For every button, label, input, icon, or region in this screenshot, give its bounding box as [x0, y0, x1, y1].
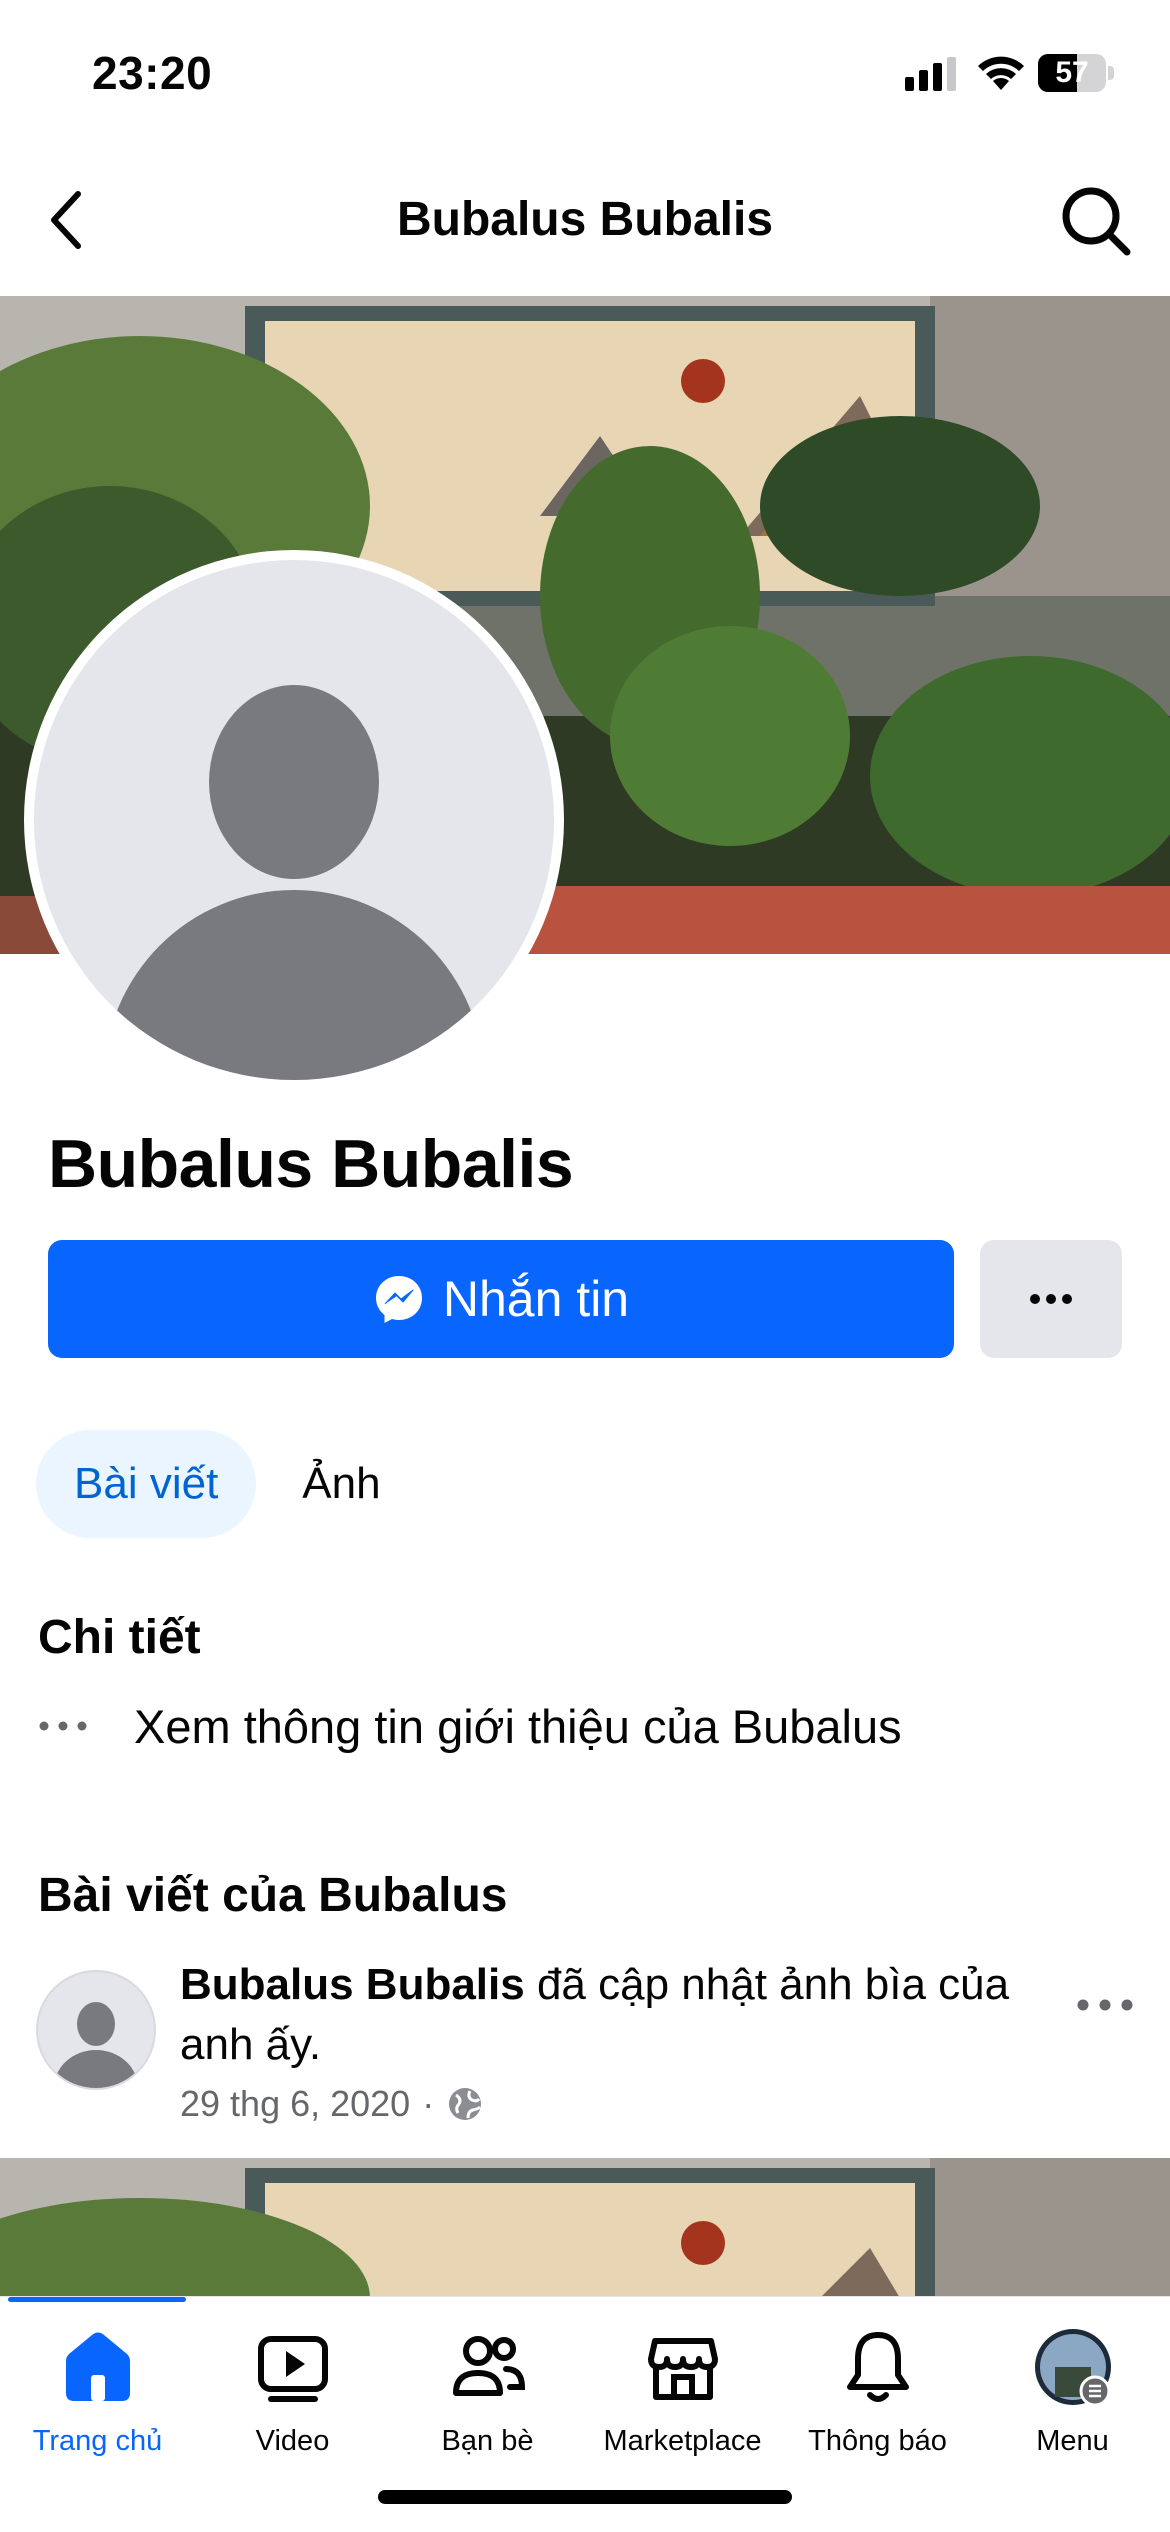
status-time: 23:20 — [92, 47, 213, 99]
status-bar: 23:20 57 — [0, 0, 1170, 150]
more-options-button[interactable] — [980, 1240, 1122, 1358]
nav-home-label: Trang chủ — [32, 2425, 163, 2457]
see-intro-link[interactable]: Xem thông tin giới thiệu của Bubalus — [38, 1690, 902, 1762]
nav-video-label: Video — [255, 2425, 330, 2457]
search-button[interactable] — [1055, 180, 1135, 260]
battery-percent: 57 — [1055, 56, 1089, 89]
friends-icon — [452, 2336, 525, 2396]
profile-tabs: Bài viết Ảnh — [36, 1430, 399, 1538]
nav-marketplace-label: Marketplace — [603, 2425, 762, 2457]
nav-menu-label: Menu — [1036, 2425, 1109, 2457]
post-cover-image — [0, 2158, 1170, 2298]
profile-name: Bubalus Bubalis — [48, 1126, 574, 1202]
tab-posts[interactable]: Bài viết — [36, 1430, 257, 1538]
post-author-avatar[interactable] — [36, 1970, 156, 2090]
post-meta: 29 thg 6, 2020 · — [180, 2083, 484, 2125]
post-author-name[interactable]: Bubalus Bubalis — [180, 1960, 525, 2009]
nav-notifications[interactable]: Thông báo — [780, 2297, 975, 2467]
posts-section-title: Bài viết của Bubalus — [38, 1869, 508, 1922]
marketplace-icon — [647, 2338, 718, 2400]
home-icon — [65, 2332, 130, 2401]
default-avatar-silhouette — [34, 560, 554, 1080]
nav-menu[interactable]: Menu — [975, 2297, 1170, 2467]
profile-avatar[interactable] — [24, 550, 564, 1090]
home-indicator — [378, 2490, 792, 2504]
post-more-button[interactable] — [1075, 1993, 1135, 2017]
nav-friends[interactable]: Bạn bè — [390, 2297, 585, 2467]
post-date[interactable]: 29 thg 6, 2020 — [180, 2083, 410, 2125]
meta-separator: · — [422, 2083, 435, 2124]
see-intro-text: Xem thông tin giới thiệu của Bubalus — [134, 1699, 902, 1753]
message-button[interactable]: Nhắn tin — [48, 1240, 954, 1358]
wifi-icon — [978, 56, 1024, 90]
nav-notifications-label: Thông báo — [808, 2425, 947, 2457]
details-title: Chi tiết — [38, 1611, 201, 1664]
messenger-icon — [375, 1276, 422, 1323]
profile-menu-icon — [1034, 2329, 1111, 2407]
nav-home[interactable]: Trang chủ — [0, 2297, 195, 2467]
cellular-signal-icon — [905, 57, 956, 91]
more-horizontal-icon — [39, 1721, 87, 1731]
globe-icon — [449, 2088, 482, 2120]
post-image[interactable] — [0, 2158, 1170, 2298]
bell-icon — [846, 2332, 909, 2402]
battery-indicator: 57 — [1038, 54, 1114, 92]
more-horizontal-icon — [1030, 1294, 1072, 1304]
message-button-label: Nhắn tin — [442, 1271, 630, 1327]
nav-video[interactable]: Video — [195, 2297, 390, 2467]
post-header: Bubalus Bubalis đã cập nhật ảnh bìa của … — [0, 1955, 1170, 2155]
back-button[interactable] — [40, 180, 100, 260]
page-header: Bubalus Bubalis — [0, 150, 1170, 295]
tab-photos[interactable]: Ảnh — [284, 1430, 398, 1538]
post-text: Bubalus Bubalis đã cập nhật ảnh bìa của … — [180, 1955, 1060, 2075]
nav-marketplace[interactable]: Marketplace — [585, 2297, 780, 2467]
page-title: Bubalus Bubalis — [396, 193, 774, 246]
nav-friends-label: Bạn bè — [441, 2425, 534, 2457]
video-icon — [257, 2336, 328, 2402]
